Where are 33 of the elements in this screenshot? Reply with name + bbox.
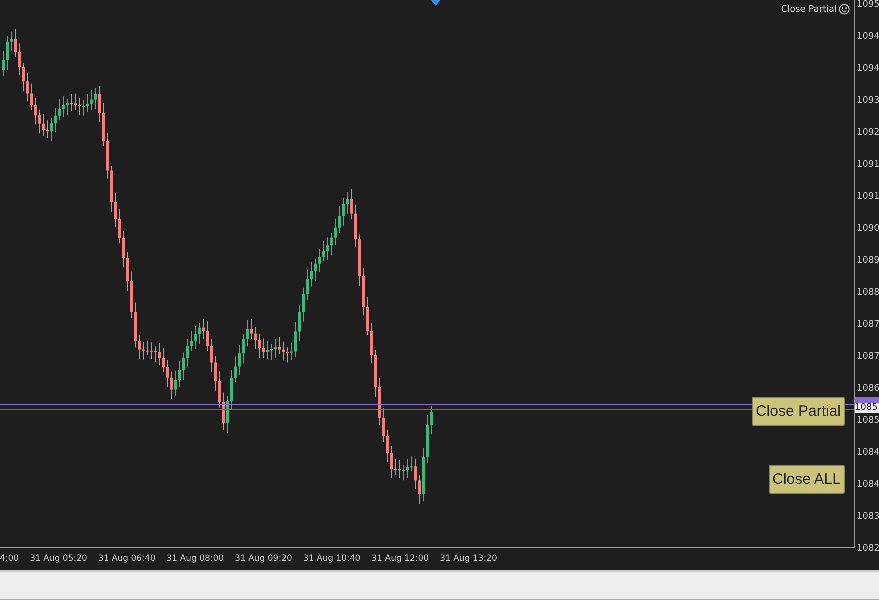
time-tick-label: 4:00 <box>0 554 20 564</box>
time-tick-label: 31 Aug 05:20 <box>30 554 88 564</box>
price-tick-label: 1093 <box>857 96 879 106</box>
price-tick-label: 1089 <box>857 256 879 266</box>
close-button[interactable]: Close Partial <box>752 397 845 426</box>
current-price-label: 1085 <box>855 403 879 413</box>
price-tick-label: 1087 <box>857 320 879 330</box>
time-tick-label: 31 Aug 08:00 <box>166 554 224 564</box>
price-marker <box>855 397 879 403</box>
close-button[interactable]: Close ALL <box>768 465 845 494</box>
price-tick-label: 1094 <box>857 64 879 74</box>
time-tick-label: 31 Aug 12:00 <box>372 554 430 564</box>
price-tick-label: 1090 <box>857 224 879 234</box>
time-tick-label: 31 Aug 10:40 <box>303 554 361 564</box>
price-tick-label: 1087 <box>857 352 879 362</box>
price-tick-label: 1092 <box>857 128 879 138</box>
price-tick-label: 1084 <box>857 448 879 458</box>
smiley-icon <box>839 4 850 15</box>
time-tick-label: 31 Aug 09:20 <box>235 554 292 564</box>
price-tick-label: 1088 <box>857 288 879 298</box>
price-tick-label: 1095 <box>857 0 879 10</box>
price-tick-label: 1084 <box>857 480 879 490</box>
time-tick-label: 31 Aug 13:20 <box>440 554 498 564</box>
indicator-label: Close Partial <box>781 4 837 14</box>
price-tick-label: 1083 <box>857 512 879 522</box>
price-tick-label: 1082 <box>857 544 879 554</box>
price-tick-label: 1091 <box>857 192 879 202</box>
price-tick-label: 1094 <box>857 32 879 42</box>
marker-triangle-icon <box>431 0 441 6</box>
price-tick-label: 1086 <box>857 384 879 394</box>
price-tick-label: 1091 <box>857 160 879 170</box>
price-tick-label: 1085 <box>857 416 879 426</box>
time-tick-label: 31 Aug 06:40 <box>98 554 156 564</box>
